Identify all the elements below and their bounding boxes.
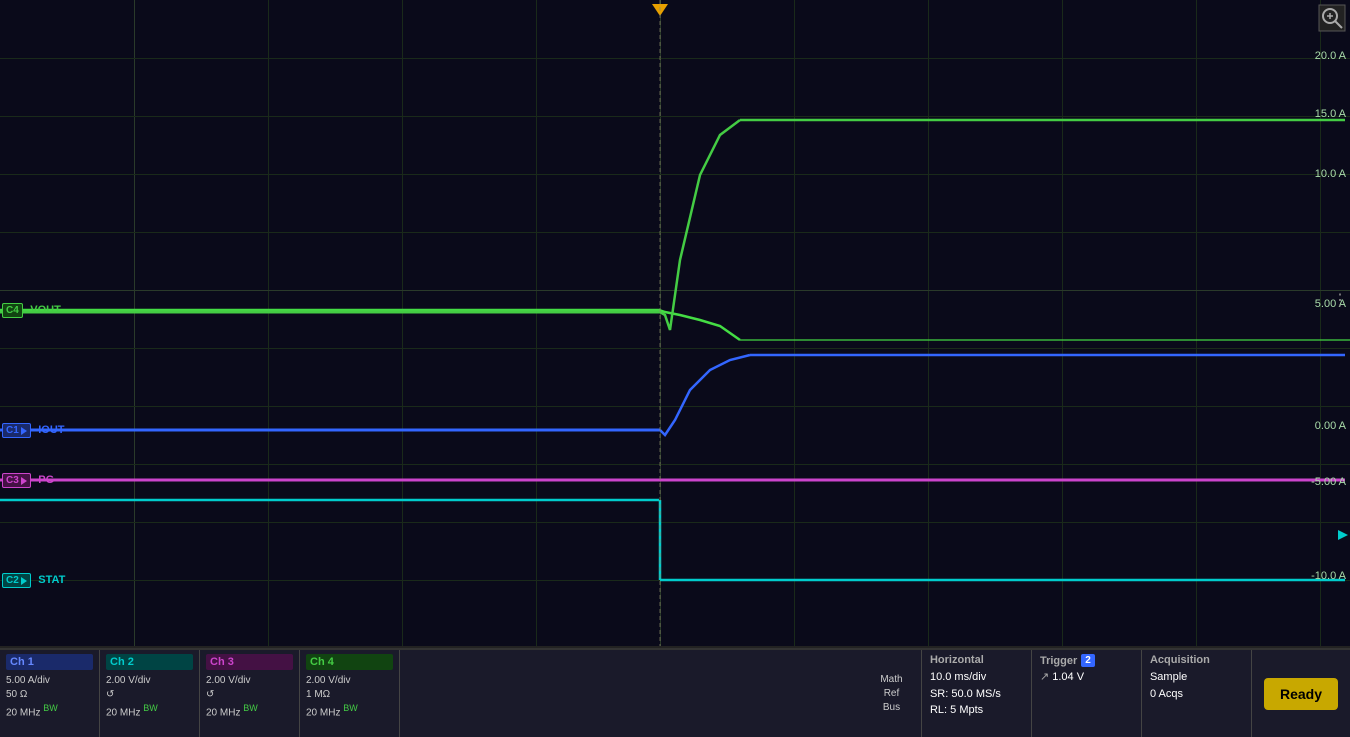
horizontal-box[interactable]: Horizontal 10.0 ms/div SR: 50.0 MS/s RL:… (922, 650, 1032, 737)
trigger-ch: 2 (1081, 654, 1095, 667)
zoom-icon[interactable] (1318, 4, 1346, 32)
ch1-label[interactable]: C1 IOUT (2, 420, 65, 438)
acquisition-box[interactable]: Acquisition Sample 0 Acqs (1142, 650, 1252, 737)
scale-15a: 15.0 A (1315, 108, 1346, 120)
ready-box[interactable]: Ready (1252, 650, 1350, 737)
scale-0a: 0.00 A (1315, 420, 1346, 432)
ch2-label[interactable]: C2 STAT (2, 570, 65, 588)
ch4-bw: 20 MHz BW (306, 702, 393, 720)
scale-neg10a: -10.0 A (1311, 570, 1346, 582)
ch1-bw: 20 MHz BW (6, 702, 93, 720)
trigger-box[interactable]: Trigger 2 ↗ 1.04 V (1032, 650, 1142, 737)
waveform-svg (0, 0, 1350, 648)
ch2-info[interactable]: Ch 2 2.00 V/div ↺ 20 MHz BW (100, 650, 200, 737)
trigger-level: 1.04 V (1052, 671, 1084, 683)
ch3-info[interactable]: Ch 3 2.00 V/div ↺ 20 MHz BW (200, 650, 300, 737)
ch3-label[interactable]: C3 PG (2, 470, 54, 488)
bottom-spacer (400, 650, 862, 737)
scale-neg5a: -5.00 A (1311, 476, 1346, 488)
math-ref-bus-box[interactable]: Math Ref Bus (862, 650, 922, 737)
ready-button[interactable]: Ready (1264, 678, 1338, 710)
scale-10a: 10.0 A (1315, 168, 1346, 180)
scale-20a: 20.0 A (1315, 50, 1346, 62)
scope-screen: C4 VOUT C1 IOUT C3 PG C2 STAT 20.0 A 15.… (0, 0, 1350, 648)
scope-menu-dots[interactable]: ⋮ (1332, 298, 1348, 303)
bottom-panel: Ch 1 5.00 A/div 50 Ω 20 MHz BW Ch 2 2.00… (0, 648, 1350, 737)
ch4-info[interactable]: Ch 4 2.00 V/div 1 MΩ 20 MHz BW (300, 650, 400, 737)
ch2-bw: 20 MHz BW (106, 702, 193, 720)
ch4-label[interactable]: C4 VOUT (2, 300, 61, 318)
ch3-bw: 20 MHz BW (206, 702, 293, 720)
ch1-info[interactable]: Ch 1 5.00 A/div 50 Ω 20 MHz BW (0, 650, 100, 737)
trigger-title: Trigger (1040, 655, 1077, 667)
